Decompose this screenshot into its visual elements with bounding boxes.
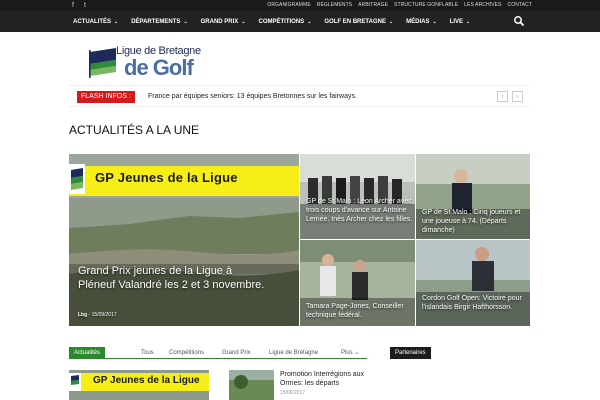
nav-item-grand-prix[interactable]: Grand Prix ⌄ [201,11,253,32]
tab-ligue-de-bretagne[interactable]: Ligue de Bretagne [269,347,318,359]
tab-tous[interactable]: Tous [141,347,154,359]
chevron-down-icon: ⌄ [307,18,312,25]
chevron-down-icon: ⌄ [466,18,471,25]
chevron-down-icon: ⌄ [241,18,246,25]
nav-item-actualites[interactable]: Actualités ⌄ [73,11,125,32]
flash-text[interactable]: France par équipes seniors: 13 équipes B… [148,91,357,103]
article-tile[interactable]: GP de St Malo : Léon Archer avec trois c… [300,154,415,239]
top-link-archives[interactable]: Les archives [464,0,501,11]
featured-title[interactable]: Grand Prix jeunes de la Ligue à Pléneuf … [78,264,268,292]
twitter-icon[interactable]: t [84,0,86,11]
featured-date: 15/09/2017 [91,312,117,318]
nav-item-live[interactable]: Live ⌄ [450,11,478,32]
site-logo[interactable]: Ligue de Bretagne de Golf [86,44,201,84]
main-nav: Actualités ⌄ Départements ⌄ Grand Prix ⌄ Co… [0,11,600,32]
top-links: Organigramme Règlements Arbitrage Struct… [267,0,532,11]
post-thumbnail[interactable] [229,370,274,400]
chevron-down-icon: ⌄ [432,18,437,25]
tab-plus[interactable]: Plus ⌄ [341,347,359,359]
post-date: 15/09/2017 [280,390,306,396]
partners-header: Partenaires [390,347,431,359]
social-links: f t [72,0,86,11]
logo-text-bottom: de Golf [124,55,194,80]
nav-label: Médias [406,18,430,25]
nav-label: Compétitions [258,18,305,25]
tile-title[interactable]: Cordon Golf Open: Victoire pour l'island… [422,294,528,312]
post-banner-text: GP Jeunes de la Ligue [93,375,200,386]
top-link-organigramme[interactable]: Organigramme [267,0,310,11]
article-tile[interactable]: Tamara Page-Jones, Conseiller technique … [300,240,415,326]
nav-label: Départements [131,18,181,25]
top-link-structure-gonflable[interactable]: Structure Gonflable [394,0,458,11]
article-tile[interactable]: Cordon Golf Open: Victoire pour l'island… [416,240,530,326]
section-title: ACTUALITÉS A LA UNE [69,123,200,137]
prev-arrow-icon[interactable]: ‹ [497,91,508,102]
chevron-down-icon: ⌄ [388,18,394,25]
tile-title[interactable]: GP de St Malo : Cinq joueurs et une joue… [422,208,528,235]
search-icon[interactable] [513,15,525,27]
post-thumbnail[interactable]: GP Jeunes de la Ligue [69,370,209,400]
tile-image [416,240,530,326]
featured-banner-text: GP Jeunes de la Ligue [95,170,238,185]
tab-competitions[interactable]: Compétitions [169,347,204,359]
featured-article[interactable]: GP Jeunes de la Ligue Grand Prix jeunes … [69,154,299,326]
top-link-arbitrage[interactable]: Arbitrage [358,0,388,11]
nav-label: Live [449,18,464,25]
tile-title[interactable]: Tamara Page-Jones, Conseiller technique … [306,302,414,320]
featured-author: Lbg [78,312,88,318]
flash-news-ticker: Flash infos : France par équipes seniors… [69,85,529,107]
chevron-down-icon: ⌄ [183,18,188,25]
tab-actualites[interactable]: Actualités [69,347,106,359]
facebook-icon[interactable]: f [72,0,74,11]
flash-label: Flash infos : [77,91,135,103]
next-arrow-icon[interactable]: › [512,91,523,102]
chevron-down-icon: ⌄ [114,18,119,25]
tab-grand-prix[interactable]: Grand Prix [222,347,251,359]
nav-label: Golf en Bretagne [324,18,386,25]
top-link-reglements[interactable]: Règlements [317,0,352,11]
top-bar: f t Organigramme Règlements Arbitrage St… [0,0,600,11]
nav-item-departements[interactable]: Départements ⌄ [131,11,194,32]
nav-item-competitions[interactable]: Compétitions ⌄ [259,11,319,32]
nav-label: Actualités [73,18,111,25]
tile-title[interactable]: GP de St Malo : Léon Archer avec trois c… [306,197,414,224]
nav-item-medias[interactable]: Médias ⌄ [406,11,444,32]
post-title[interactable]: Promotion Interrégions aux Ormes: les dé… [280,370,380,388]
banner-logo [69,164,85,194]
nav-item-golf-en-bretagne[interactable]: Golf en Bretagne ⌄ [324,11,400,32]
featured-meta: Lbg - 15/09/2017 [78,312,117,318]
nav-label: Grand Prix [200,18,239,25]
news-tabs: Actualités Tous Compétitions Grand Prix … [69,347,367,359]
article-tile[interactable]: GP de St Malo : Cinq joueurs et une joue… [416,154,530,239]
post-image [229,370,274,400]
top-link-contact[interactable]: Contact [508,0,533,11]
